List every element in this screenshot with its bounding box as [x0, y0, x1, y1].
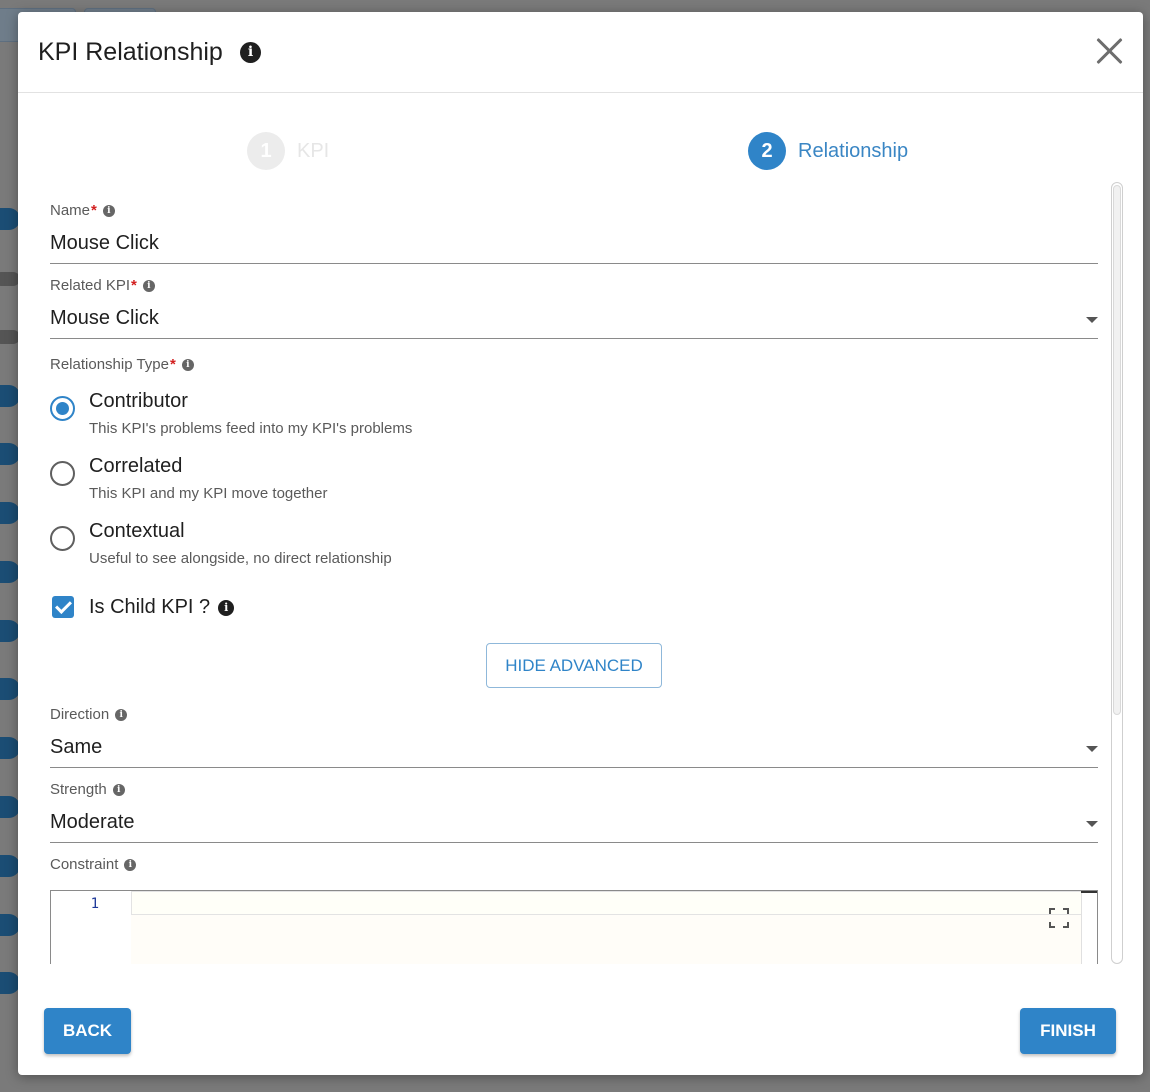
- finish-button[interactable]: FINISH: [1020, 1008, 1116, 1054]
- background-toggle: [0, 443, 20, 465]
- chevron-down-icon[interactable]: [1086, 317, 1098, 323]
- name-input-underline: [50, 263, 1098, 264]
- dialog-header: KPI Relationship i: [18, 12, 1143, 93]
- related-kpi-select[interactable]: Mouse Click: [50, 307, 159, 330]
- direction-label: Direction i: [50, 706, 128, 723]
- step-kpi[interactable]: 1 KPI: [247, 132, 329, 170]
- radio-contributor-title[interactable]: Contributor: [89, 390, 188, 413]
- background-toggle: [0, 561, 20, 583]
- radio-correlated[interactable]: [50, 461, 75, 486]
- radio-correlated-title[interactable]: Correlated: [89, 455, 182, 478]
- radio-contributor[interactable]: [50, 396, 75, 421]
- strength-label-text: Strength: [50, 781, 107, 798]
- info-icon[interactable]: i: [240, 42, 261, 63]
- is-child-label[interactable]: Is Child KPI ? i: [89, 596, 235, 619]
- constraint-label: Constraint i: [50, 856, 137, 873]
- step-relationship[interactable]: 2 Relationship: [748, 132, 908, 170]
- relationship-type-label-text: Relationship Type: [50, 356, 169, 373]
- name-input[interactable]: Mouse Click: [50, 232, 159, 255]
- name-label: Name * i: [50, 202, 115, 219]
- line-number: 1: [90, 896, 99, 912]
- editor-gutter: 1: [51, 891, 131, 964]
- scrollbar-thumb[interactable]: [1113, 185, 1121, 715]
- editor-code-area[interactable]: [131, 915, 1097, 964]
- direction-select[interactable]: Same: [50, 736, 102, 759]
- editor-scrollbar[interactable]: [1081, 891, 1097, 964]
- info-icon[interactable]: i: [115, 708, 128, 721]
- is-child-checkbox[interactable]: [52, 596, 74, 618]
- step-label: KPI: [297, 139, 330, 162]
- required-marker: *: [91, 202, 97, 219]
- back-button[interactable]: BACK: [44, 1008, 131, 1054]
- direction-label-text: Direction: [50, 706, 110, 723]
- dialog-title: KPI Relationship: [38, 38, 223, 66]
- related-kpi-underline: [50, 338, 1098, 339]
- strength-label: Strength i: [50, 781, 125, 798]
- background-toggle: [0, 620, 20, 642]
- required-marker: *: [169, 356, 176, 373]
- background-toggle: [0, 385, 20, 407]
- strength-select[interactable]: Moderate: [50, 811, 135, 834]
- info-icon[interactable]: i: [124, 858, 137, 871]
- hide-advanced-button[interactable]: HIDE ADVANCED: [486, 643, 662, 688]
- radio-contextual-description: Useful to see alongside, no direct relat…: [89, 550, 392, 567]
- background-toggle: [0, 914, 20, 936]
- close-icon[interactable]: [1095, 36, 1125, 66]
- radio-contextual[interactable]: [50, 526, 75, 551]
- editor-active-line[interactable]: [131, 891, 1097, 915]
- background-toggle: [0, 796, 20, 818]
- name-label-text: Name: [50, 202, 91, 219]
- relationship-type-label: Relationship Type * i: [50, 356, 194, 373]
- info-icon[interactable]: i: [142, 279, 155, 292]
- kpi-relationship-dialog: KPI Relationship i 1 KPI 2 Relationship …: [18, 12, 1143, 1075]
- info-icon[interactable]: i: [102, 204, 115, 217]
- background-toggle: [0, 678, 20, 700]
- background-toggle: [0, 502, 20, 524]
- strength-underline: [50, 842, 1098, 843]
- form-scrollbar[interactable]: [1111, 182, 1123, 964]
- background-toggle: [0, 330, 20, 344]
- radio-correlated-description: This KPI and my KPI move together: [89, 485, 328, 502]
- info-icon[interactable]: i: [112, 783, 125, 796]
- background-toggle: [0, 272, 20, 286]
- info-icon[interactable]: i: [181, 358, 194, 371]
- background-toggle: [0, 737, 20, 759]
- step-number: 2: [748, 132, 786, 170]
- related-kpi-label-text: Related KPI: [50, 277, 131, 294]
- radio-contextual-title[interactable]: Contextual: [89, 520, 185, 543]
- step-label: Relationship: [798, 139, 909, 162]
- step-number: 1: [247, 132, 285, 170]
- related-kpi-label: Related KPI * i: [50, 277, 155, 294]
- chevron-down-icon[interactable]: [1086, 821, 1098, 827]
- radio-contributor-description: This KPI's problems feed into my KPI's p…: [89, 420, 413, 437]
- background-toggle: [0, 208, 20, 230]
- chevron-down-icon[interactable]: [1086, 746, 1098, 752]
- direction-underline: [50, 767, 1098, 768]
- constraint-label-text: Constraint: [50, 856, 119, 873]
- required-marker: *: [131, 277, 137, 294]
- info-icon[interactable]: i: [218, 599, 235, 616]
- fullscreen-icon[interactable]: [1049, 908, 1069, 928]
- background-toggle: [0, 855, 20, 877]
- is-child-label-text: Is Child KPI ?: [89, 596, 211, 618]
- constraint-code-editor[interactable]: 1: [50, 890, 1098, 964]
- background-toggle: [0, 972, 20, 994]
